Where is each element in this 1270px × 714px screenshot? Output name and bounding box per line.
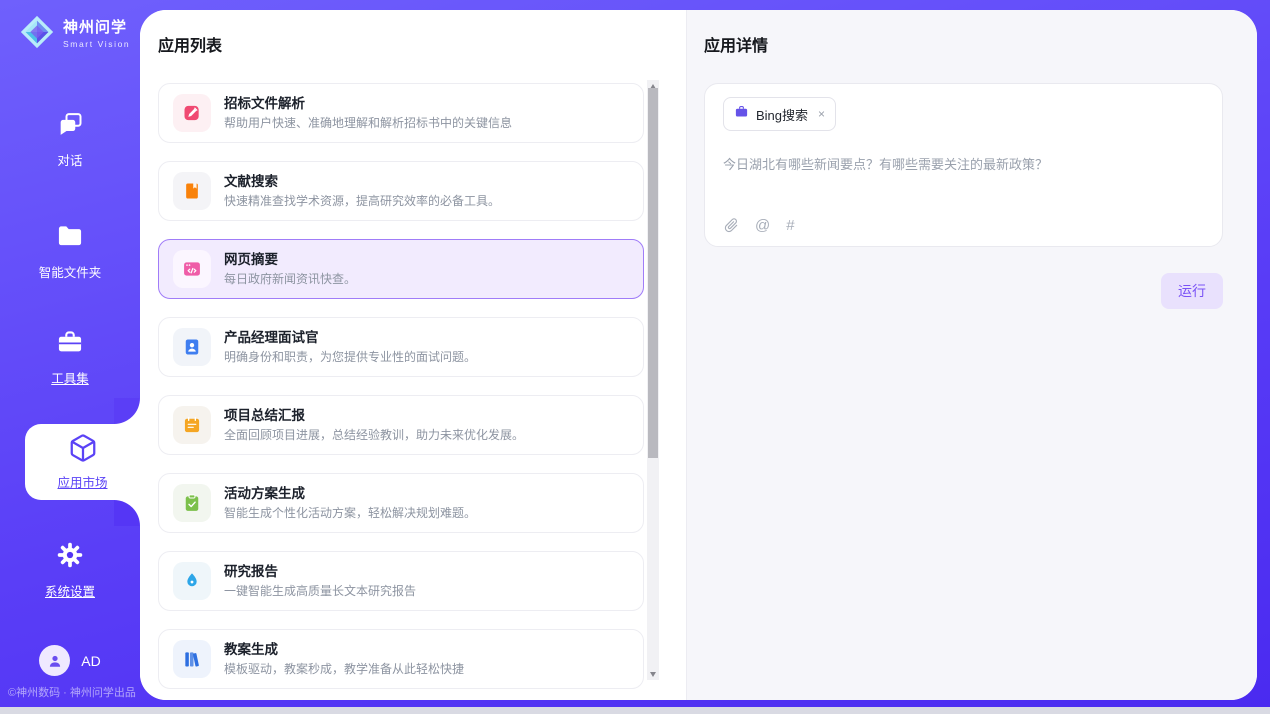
folder-icon [56,222,84,255]
app-card-event-plan[interactable]: 活动方案生成 智能生成个性化活动方案，轻松解决规划难题。 [158,473,644,533]
ink-pen-icon [173,562,211,600]
tool-chip-label: Bing搜索 [756,105,808,124]
brand-subtitle: Smart Vision [63,39,130,49]
mention-icon[interactable]: @ [755,218,770,233]
clipboard-check-icon [173,484,211,522]
hash-icon[interactable]: # [786,218,794,233]
app-card-lesson-plan[interactable]: 教案生成 模板驱动，教案秒成，教学准备从此轻松快捷 [158,629,644,689]
window-bottom-strip [0,707,1270,714]
interviewer-icon [173,328,211,366]
sidebar-item-label: 对话 [57,150,82,169]
app-list: 招标文件解析 帮助用户快速、准确地理解和解析招标书中的关键信息 文献搜索 快速精… [158,83,644,689]
copyright-text: ©神州数码 · 神州问学出品 [0,684,140,700]
paperclip-icon[interactable] [723,217,739,233]
app-name: 教案生成 [224,641,464,659]
sidebar-item-chat[interactable]: 对话 [0,110,140,169]
sidebar-item-smart-folder[interactable]: 智能文件夹 [0,222,140,281]
cube-icon [68,433,98,468]
chat-icon [56,110,84,143]
app-card-literature-search[interactable]: 文献搜索 快速精准查找学术资源，提高研究效率的必备工具。 [158,161,644,221]
tool-chip-bing-search[interactable]: Bing搜索 × [723,97,836,131]
browser-code-icon [173,250,211,288]
app-logo: 神州问学 Smart Vision [18,13,130,56]
app-name: 网页摘要 [224,251,356,269]
app-card-web-summary[interactable]: 网页摘要 每日政府新闻资讯快查。 [158,239,644,299]
chip-close-icon[interactable]: × [818,107,825,121]
sidebar-item-label: 应用市场 [57,472,107,491]
app-card-pm-interviewer[interactable]: 产品经理面试官 明确身份和职责，为您提供专业性的面试问题。 [158,317,644,377]
brand-diamond-icon [18,13,56,56]
avatar [39,645,70,676]
app-desc: 一键智能生成高质量长文本研究报告 [224,583,416,599]
app-desc: 智能生成个性化活动方案，轻松解决规划难题。 [224,505,476,521]
app-name: 招标文件解析 [224,95,512,113]
scrollbar-thumb[interactable] [648,88,658,458]
app-name: 产品经理面试官 [224,329,476,347]
app-list-scrollbar[interactable] [647,80,659,680]
app-desc: 全面回顾项目进展，总结经验教训，助力未来优化发展。 [224,427,524,443]
active-notch-top [114,398,140,424]
app-desc: 明确身份和职责，为您提供专业性的面试问题。 [224,349,476,365]
toolbox-icon [56,328,84,361]
calendar-report-icon [173,406,211,444]
sidebar-item-app-market[interactable]: 应用市场 [25,424,140,500]
app-detail-title: 应用详情 [704,36,1223,58]
gear-icon [56,541,84,574]
app-card-bid-analysis[interactable]: 招标文件解析 帮助用户快速、准确地理解和解析招标书中的关键信息 [158,83,644,143]
app-desc: 快速精准查找学术资源，提高研究效率的必备工具。 [224,193,500,209]
sidebar: 神州问学 Smart Vision 对话 智能文件夹 工具集 [0,0,140,707]
app-detail-section: 应用详情 Bing搜索 × 今日湖北有哪些新闻要点？有哪些需要关注的最新政策？ [686,10,1257,700]
edit-square-icon [173,94,211,132]
brand-name: 神州问学 [63,20,130,37]
app-desc: 帮助用户快速、准确地理解和解析招标书中的关键信息 [224,115,512,131]
user-account[interactable]: AD [0,645,140,676]
app-name: 项目总结汇报 [224,407,524,425]
sidebar-item-label: 智能文件夹 [39,262,102,281]
sidebar-item-toolset[interactable]: 工具集 [0,328,140,387]
run-row: 运行 [704,273,1223,309]
content-panel: 应用列表 招标文件解析 帮助用户快速、准确地理解和解析招标书中的关键信息 [140,10,1257,700]
app-list-title: 应用列表 [158,36,686,58]
scroll-down-arrow-icon[interactable] [647,668,659,680]
prompt-toolbar: @ # [723,217,795,233]
app-name: 研究报告 [224,563,416,581]
app-card-project-summary[interactable]: 项目总结汇报 全面回顾项目进展，总结经验教训，助力未来优化发展。 [158,395,644,455]
prompt-card: Bing搜索 × 今日湖北有哪些新闻要点？有哪些需要关注的最新政策？ @ # [704,83,1223,247]
user-initials: AD [81,653,100,669]
briefcase-icon [734,104,749,124]
app-list-section: 应用列表 招标文件解析 帮助用户快速、准确地理解和解析招标书中的关键信息 [140,10,686,700]
book-icon [173,172,211,210]
app-name: 活动方案生成 [224,485,476,503]
active-notch-bottom [114,500,140,526]
books-icon [173,640,211,678]
sidebar-item-label: 工具集 [51,368,89,387]
sidebar-item-label: 系统设置 [45,581,95,600]
prompt-input[interactable]: 今日湖北有哪些新闻要点？有哪些需要关注的最新政策？ [723,154,1204,173]
app-desc: 模板驱动，教案秒成，教学准备从此轻松快捷 [224,661,464,677]
app-card-research-report[interactable]: 研究报告 一键智能生成高质量长文本研究报告 [158,551,644,611]
app-name: 文献搜索 [224,173,500,191]
sidebar-item-settings[interactable]: 系统设置 [0,541,140,600]
app-desc: 每日政府新闻资讯快查。 [224,271,356,287]
run-button[interactable]: 运行 [1161,273,1223,309]
